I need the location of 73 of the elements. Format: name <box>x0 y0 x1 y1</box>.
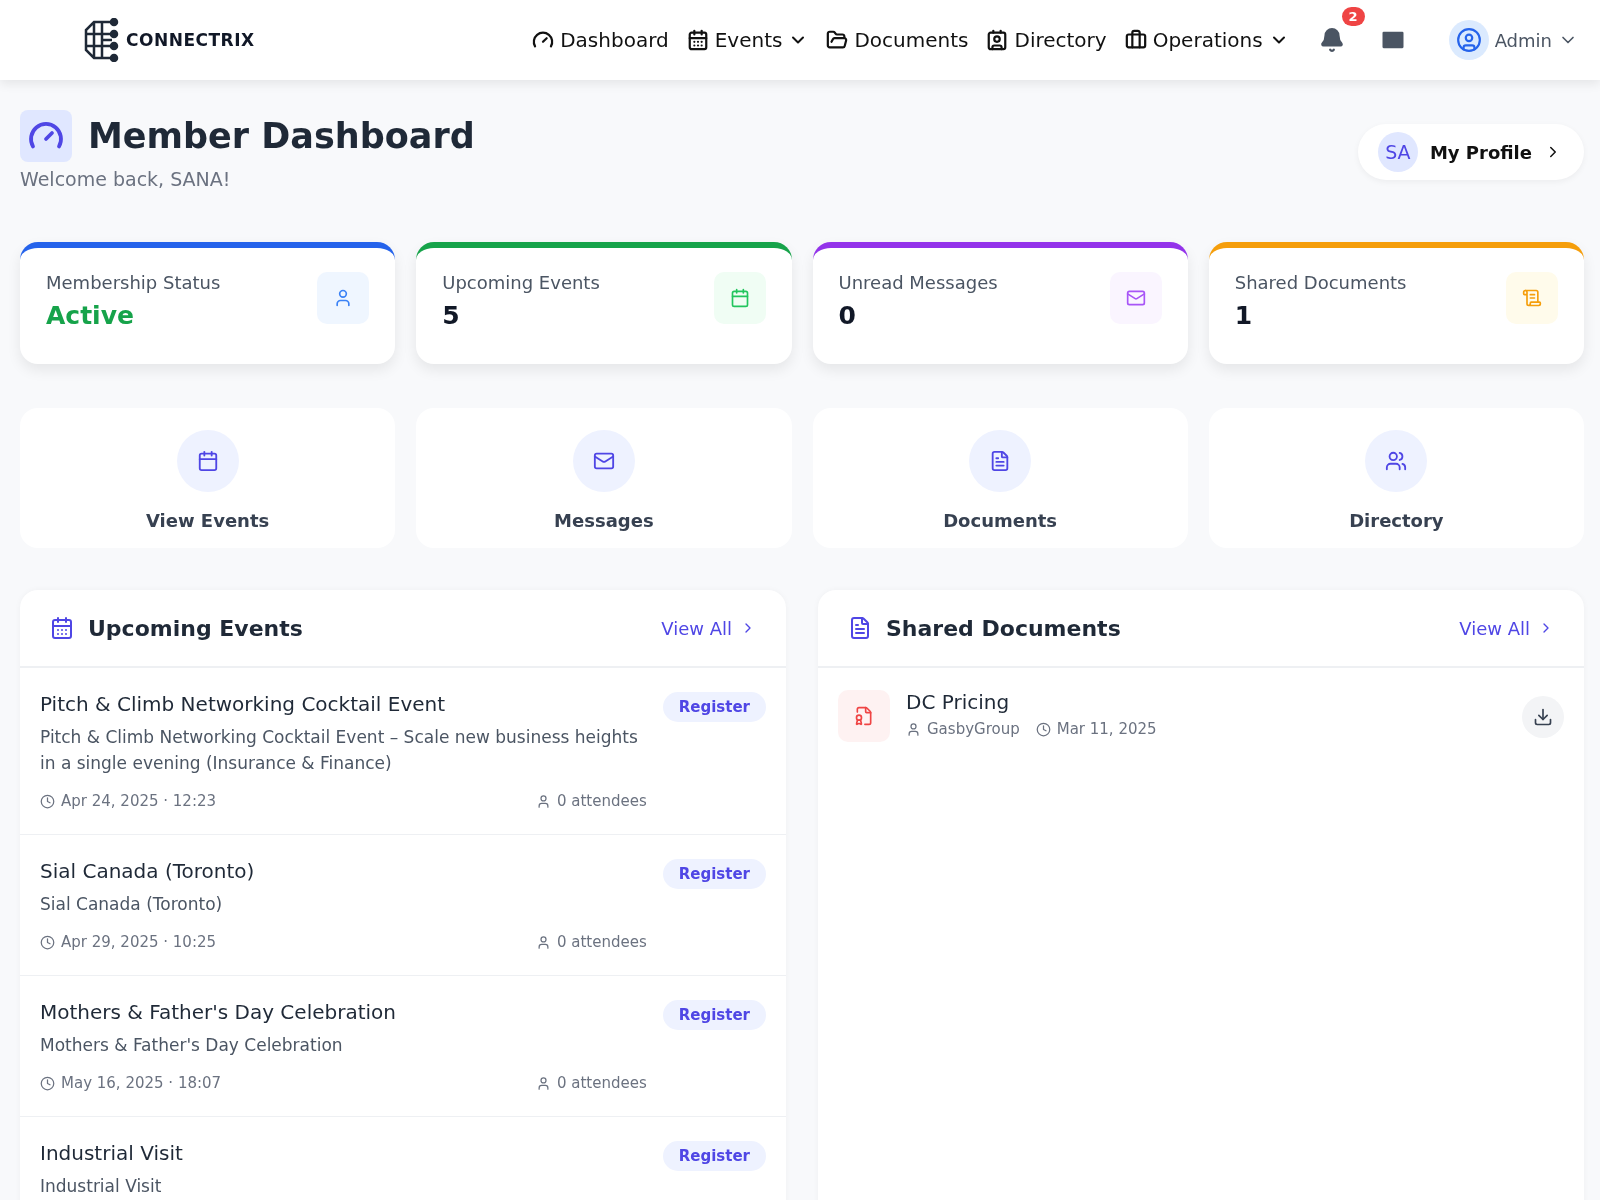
event-description: Industrial Visit <box>40 1175 163 1198</box>
folder-icon <box>826 29 849 51</box>
stat-label: Upcoming Events <box>442 272 600 293</box>
event-date: May 16, 2025 · 18:07 <box>61 1074 222 1092</box>
person-icon <box>535 793 551 809</box>
attendee-count: 0 attendees <box>556 933 647 951</box>
quick-action-card[interactable]: Messages <box>416 408 792 548</box>
person-icon <box>535 934 551 950</box>
document-icon <box>848 616 872 640</box>
welcome-text: Welcome back, SANA! <box>20 168 232 190</box>
register-button[interactable]: Register <box>662 859 766 889</box>
stat-value: 5 <box>442 301 461 330</box>
event-title: Pitch & Climb Networking Cocktail Event <box>40 692 447 716</box>
nav-link[interactable]: Dashboard <box>532 28 669 52</box>
person-icon <box>906 721 921 737</box>
stat-value: 0 <box>838 301 857 330</box>
briefcase-icon <box>1124 29 1147 51</box>
person-icon <box>535 1075 551 1091</box>
register-button[interactable]: Register <box>662 1000 766 1030</box>
nav-link[interactable]: Events <box>686 28 809 52</box>
event-date: Apr 24, 2025 · 12:23 <box>61 792 217 810</box>
quick-action-card[interactable]: Documents <box>812 408 1188 548</box>
panel-title: Shared Documents <box>886 615 1121 641</box>
view-all-link[interactable]: View All <box>661 617 756 639</box>
quick-action-card[interactable]: Directory <box>1208 408 1584 548</box>
event-title: Sial Canada (Toronto) <box>40 859 256 883</box>
clock-icon <box>40 1075 55 1091</box>
stat-value: 1 <box>1234 301 1254 330</box>
nav-link[interactable]: Documents <box>826 28 969 52</box>
nav-link[interactable]: Operations <box>1124 28 1289 52</box>
event-description: Sial Canada (Toronto) <box>40 893 224 916</box>
user-icon <box>1455 27 1482 53</box>
quick-action-card[interactable]: View Events <box>20 408 396 548</box>
event-title: Mothers & Father's Day Celebration <box>40 1000 397 1024</box>
attendee-count: 0 attendees <box>556 1074 647 1092</box>
page-title: Member Dashboard <box>88 116 475 156</box>
logo-icon <box>82 18 120 62</box>
panel-title: Upcoming Events <box>88 615 303 641</box>
attendee-count: 0 attendees <box>556 792 647 810</box>
stat-label: Unread Messages <box>838 272 998 293</box>
event-date: Apr 29, 2025 · 10:25 <box>61 933 217 951</box>
clock-icon <box>40 934 55 950</box>
document-name: DC Pricing <box>906 690 1011 714</box>
stat-label: Shared Documents <box>1234 272 1407 293</box>
event-description: Pitch & Climb Networking Cocktail Event – Scale new business heights in a single evening (Insurance & Finance) <box>40 726 639 775</box>
document-owner: GasbyGroup <box>927 720 1020 738</box>
profile-button[interactable]: SA My Profile <box>1357 124 1584 180</box>
person-icon <box>317 272 370 324</box>
register-button[interactable]: Register <box>662 692 766 722</box>
calendar-icon <box>713 272 766 324</box>
notification-badge: 2 <box>1341 7 1365 26</box>
calendar-icon <box>686 29 709 51</box>
avatar: SA <box>1377 132 1418 172</box>
clock-icon <box>1035 721 1051 737</box>
stat-label: Membership Status <box>46 272 221 293</box>
download-button[interactable] <box>1522 696 1564 738</box>
document-date: Mar 11, 2025 <box>1056 720 1157 738</box>
register-button[interactable]: Register <box>662 1141 766 1171</box>
event-title: Industrial Visit <box>40 1141 184 1165</box>
clock-icon <box>40 793 55 809</box>
bell-icon <box>1318 27 1345 53</box>
event-description: Mothers & Father's Day Celebration <box>40 1034 344 1057</box>
nav-link[interactable]: Directory <box>986 28 1107 52</box>
file-icon <box>838 690 890 742</box>
view-all-link[interactable]: View All <box>1459 617 1554 639</box>
document-icon <box>1506 272 1558 324</box>
download-icon <box>1533 707 1553 727</box>
brand-name: CONNECTRIX <box>126 30 255 50</box>
contact-card-icon <box>986 29 1009 51</box>
stat-value: Active <box>46 301 135 330</box>
user-menu[interactable]: Admin <box>1442 19 1584 61</box>
calendar-icon <box>50 616 74 640</box>
gauge-icon <box>20 110 72 162</box>
